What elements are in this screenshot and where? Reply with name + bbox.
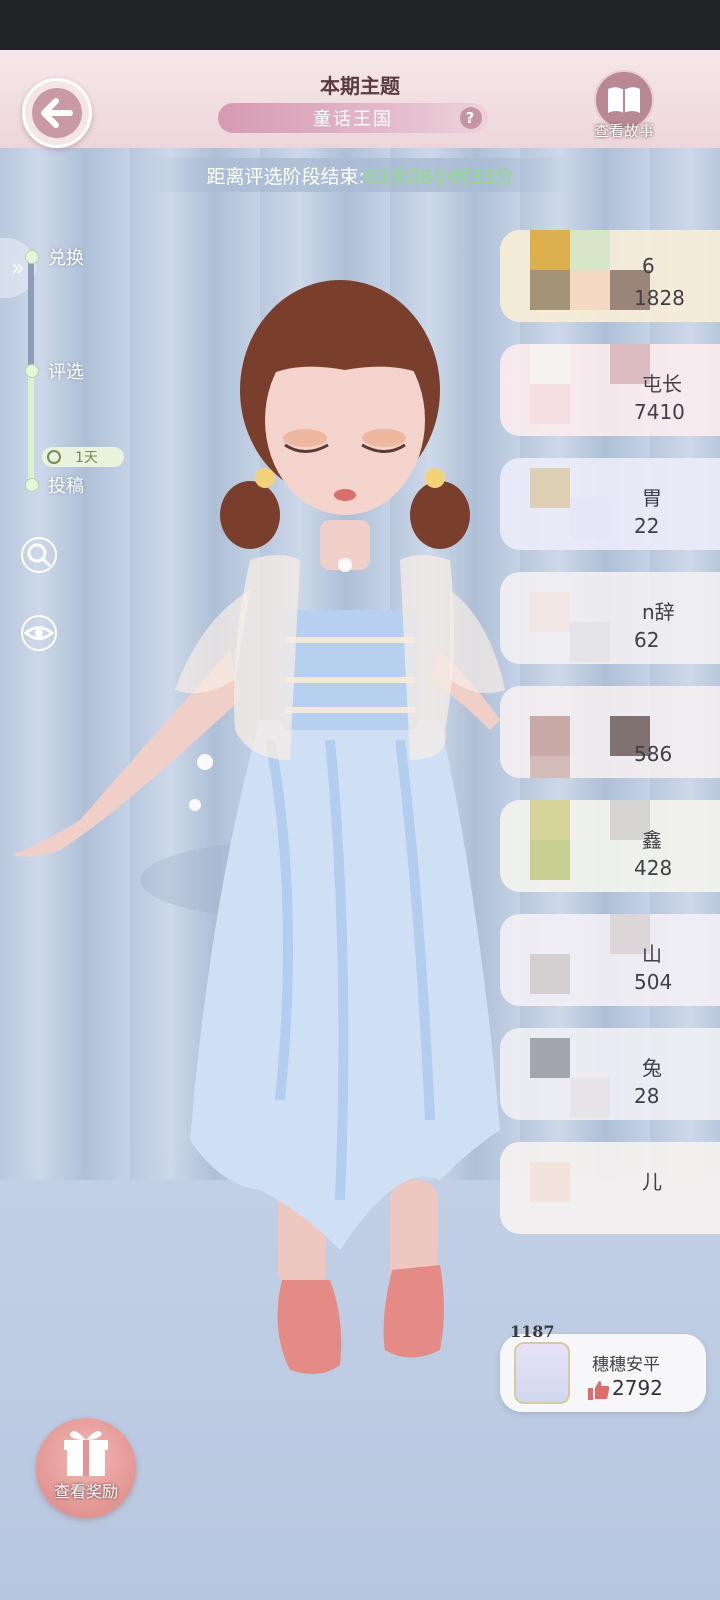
stage-label-exchange[interactable]: 兑换	[48, 244, 84, 270]
stage-label-vote[interactable]: 评选	[48, 358, 84, 384]
view-rewards-button[interactable]	[36, 1418, 136, 1518]
ranking-list[interactable]: 6 1828 屯长 7410 胃 22 n辞 62 586 鑫 428 山 50…	[496, 210, 720, 1234]
countdown-banner: 距离评选阶段结束: 03天08小时33分	[150, 158, 570, 192]
my-avatar	[514, 1342, 570, 1404]
stage-day-text: 1天	[75, 450, 98, 466]
ranking-player-name: 兔	[642, 1056, 662, 1080]
stage-dot-exchange	[25, 250, 39, 264]
ranking-player-name: 胃	[642, 486, 662, 510]
ranking-like-count: 62	[634, 628, 660, 652]
view-story-label: 查看故事	[593, 122, 654, 140]
countdown-time: 03天08小时33分	[364, 165, 514, 188]
ranking-card[interactable]: n辞 62	[500, 572, 720, 664]
ranking-player-name: 儿	[642, 1170, 662, 1194]
ranking-card[interactable]: 兔 28	[500, 1028, 720, 1120]
ranking-card[interactable]: 586	[500, 686, 720, 778]
ranking-player-name: 6	[642, 254, 655, 278]
ranking-card[interactable]: 儿	[500, 1142, 720, 1234]
back-arrow-icon	[32, 88, 82, 138]
ranking-like-count: 7410	[634, 400, 685, 424]
stage-dot-submit	[25, 478, 39, 492]
ranking-card[interactable]: 胃 22	[500, 458, 720, 550]
ranking-like-count: 22	[634, 514, 660, 538]
ranking-player-name: 山	[642, 942, 662, 966]
ranking-like-count: 586	[634, 742, 673, 766]
ranking-like-count: 1828	[634, 286, 685, 310]
my-rank-number: 1187	[510, 1322, 555, 1341]
ranking-player-name: 屯长	[642, 372, 682, 396]
ranking-card[interactable]: 6 1828	[500, 230, 720, 322]
theme-name: 童话王国	[313, 109, 393, 130]
theme-name-pill[interactable]: 童话王国 ?	[218, 103, 488, 133]
ranking-like-count: 504	[634, 970, 673, 994]
stage-dot-vote	[25, 364, 39, 378]
pixelated-avatar	[530, 230, 570, 270]
eye-icon[interactable]	[20, 614, 58, 652]
theme-title: 本期主题	[320, 74, 400, 98]
ranking-like-count: 428	[634, 856, 673, 880]
view-story-button[interactable]: 查看故事	[588, 70, 660, 142]
thumbs-up-icon	[588, 1381, 610, 1400]
ranking-like-count: 28	[634, 1084, 660, 1108]
search-icon[interactable]	[20, 536, 58, 574]
ranking-player-name: n辞	[642, 600, 675, 624]
view-rewards-label: 查看奖励	[53, 1482, 118, 1501]
clock-icon	[47, 450, 61, 464]
my-player-name: 穗穗安平	[592, 1355, 660, 1375]
double-chevron-icon: »	[11, 255, 25, 281]
ranking-card[interactable]: 屯长 7410	[500, 344, 720, 436]
back-button[interactable]	[22, 78, 92, 148]
countdown-prefix: 距离评选阶段结束:	[206, 165, 365, 188]
stage-day-badge: 1天	[42, 447, 124, 467]
ranking-card[interactable]: 山 504	[500, 914, 720, 1006]
ranking-card[interactable]: 鑫 428	[500, 800, 720, 892]
help-icon[interactable]: ?	[460, 107, 482, 129]
ranking-player-name: 鑫	[642, 828, 662, 852]
my-like-count: 2792	[612, 1376, 663, 1400]
stage-label-submit[interactable]: 投稿	[48, 472, 84, 498]
stage-track-progress	[28, 372, 34, 486]
